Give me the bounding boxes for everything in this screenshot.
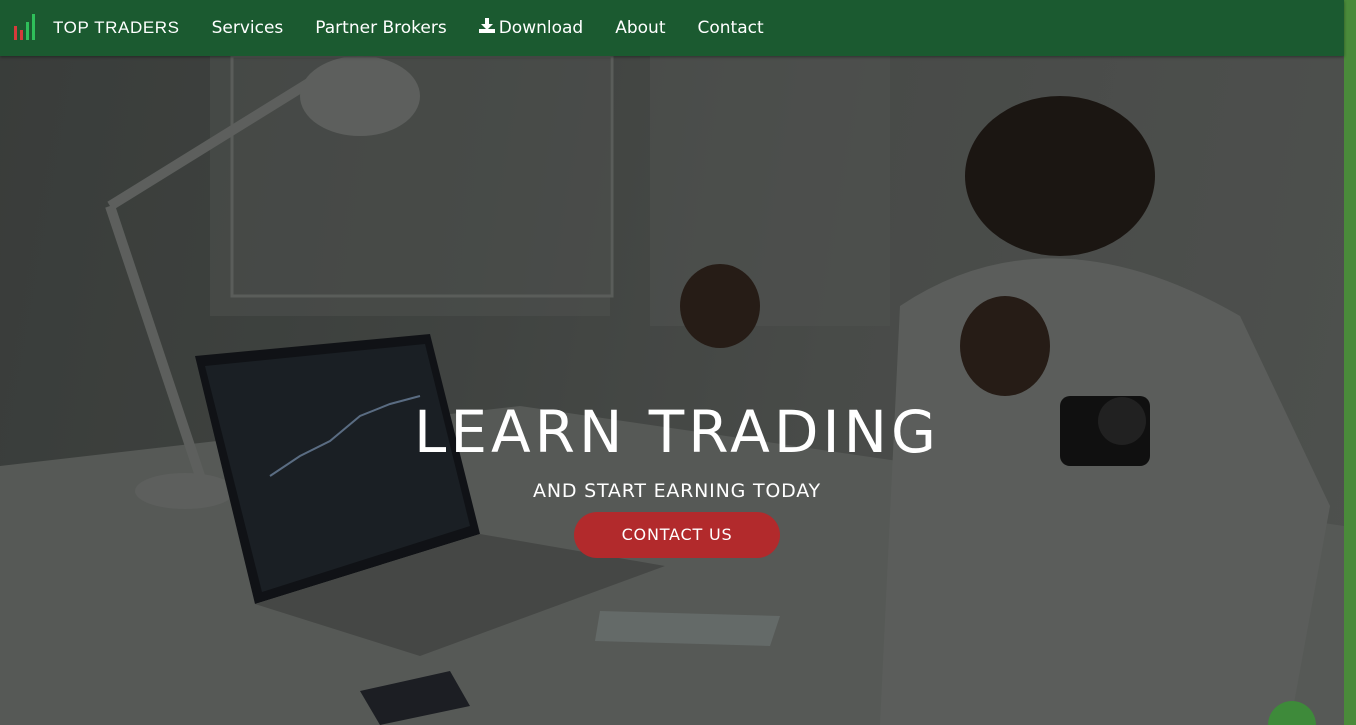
hero-content: LEARN TRADING AND START EARNING TODAY CO… [0, 398, 1354, 558]
nav-item-label: Download [498, 18, 584, 38]
download-icon [478, 18, 495, 38]
nav-item-label: About [615, 18, 666, 38]
candlestick-chart-icon [12, 12, 36, 44]
nav-item-label: Partner Brokers [315, 18, 447, 38]
nav-item-services[interactable]: Services [196, 0, 300, 56]
nav-item-label: Contact [697, 18, 764, 38]
nav-item-partner-brokers[interactable]: Partner Brokers [299, 0, 462, 56]
nav-item-about[interactable]: About [599, 0, 681, 56]
nav-item-download[interactable]: Download [463, 0, 600, 56]
hero-title: LEARN TRADING [414, 398, 940, 466]
page-scrollbar[interactable] [1344, 0, 1356, 725]
brand-name: TOP TRADERS [53, 18, 180, 37]
contact-us-button[interactable]: CONTACT US [574, 512, 780, 558]
nav-item-contact[interactable]: Contact [681, 0, 779, 56]
brand[interactable]: TOP TRADERS [12, 12, 180, 44]
top-navbar: TOP TRADERS Services Partner Brokers Dow… [0, 0, 1344, 56]
hero-subtitle: AND START EARNING TODAY [533, 480, 821, 502]
hero-overlay [0, 56, 1344, 725]
nav-links: Services Partner Brokers Download About … [196, 0, 780, 56]
nav-item-label: Services [211, 18, 284, 38]
hero-section [0, 56, 1344, 725]
